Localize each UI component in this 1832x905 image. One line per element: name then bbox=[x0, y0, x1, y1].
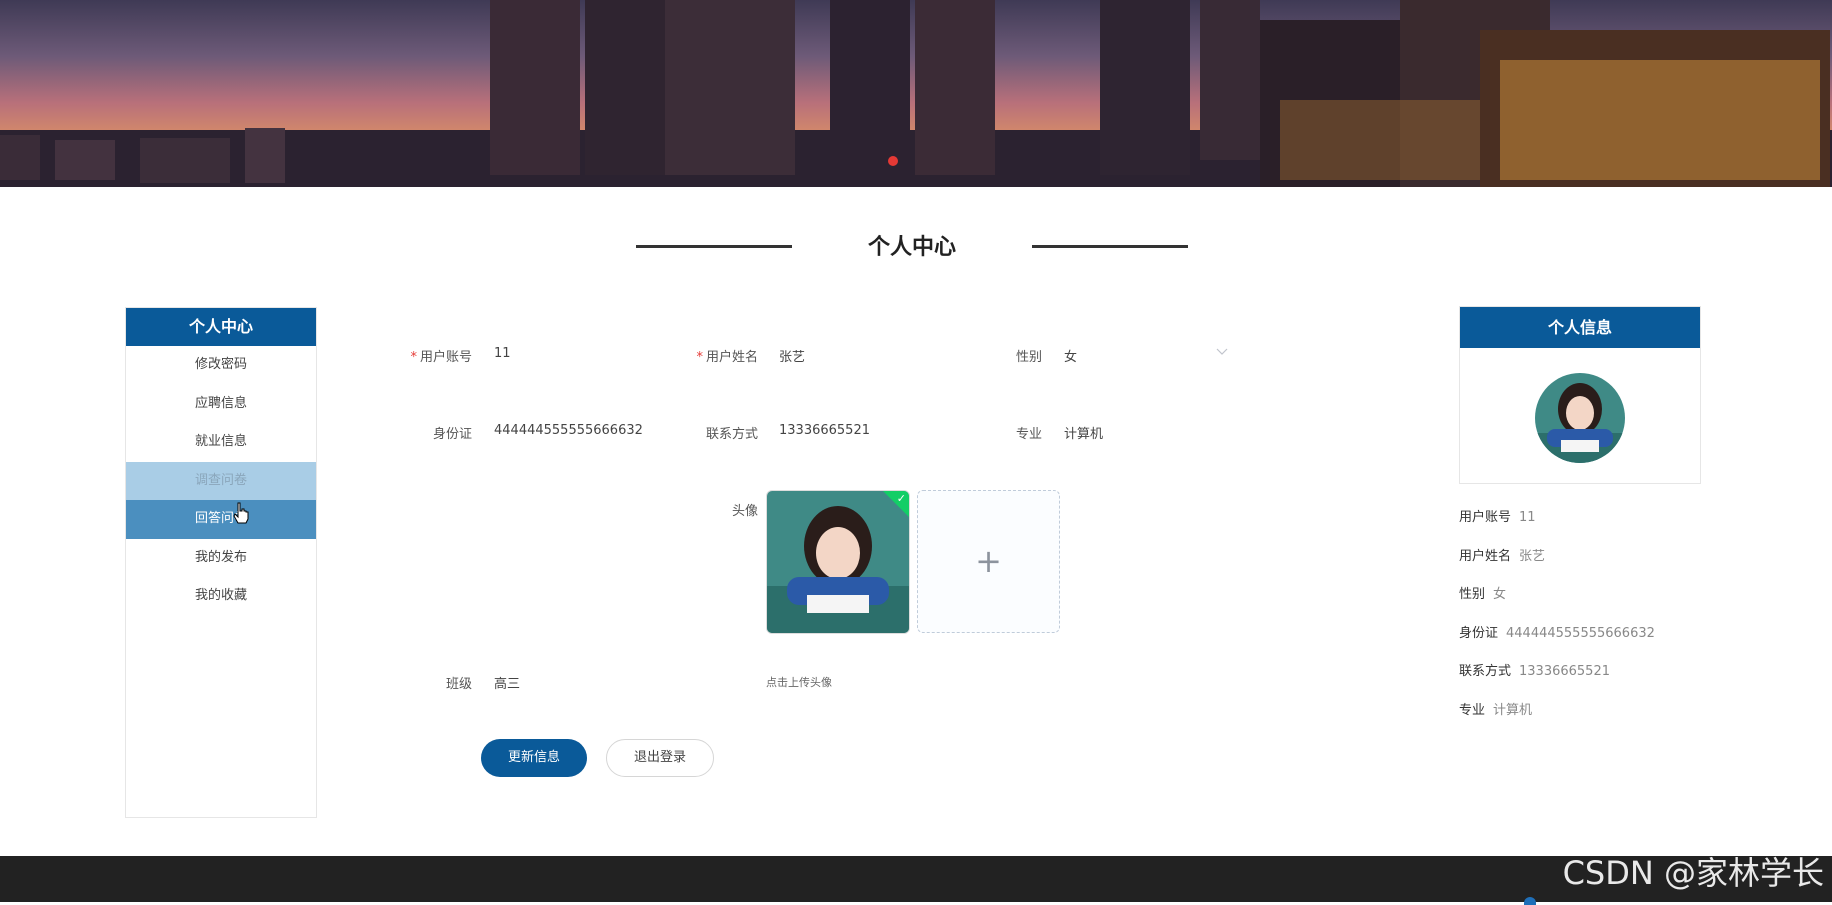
info-card-header: 个人信息 bbox=[1460, 307, 1700, 348]
sidebar-item-employment[interactable]: 就业信息 bbox=[126, 423, 316, 462]
carousel-indicator[interactable] bbox=[888, 156, 898, 166]
phone-label: 联系方式 bbox=[705, 427, 758, 442]
class-input[interactable]: 高三 bbox=[494, 673, 520, 692]
id-card-label: 身份证 bbox=[432, 427, 472, 442]
title-divider-left bbox=[636, 245, 792, 248]
sidebar-item-my-posts[interactable]: 我的发布 bbox=[126, 539, 316, 578]
title-divider-right bbox=[1032, 245, 1188, 248]
avatar-label: 头像 bbox=[731, 504, 758, 519]
info-row-major: 专业 计算机 bbox=[1459, 703, 1533, 718]
name-label: * 用户姓名 bbox=[696, 350, 758, 365]
page-footer bbox=[0, 856, 1832, 902]
id-card-input[interactable]: 444444555555666632 bbox=[494, 423, 643, 438]
upload-success-badge: ✓ bbox=[883, 491, 909, 517]
sidebar-item-change-password[interactable]: 修改密码 bbox=[126, 346, 316, 385]
info-row-gender: 性别女 bbox=[1459, 587, 1507, 602]
sidebar-header: 个人中心 bbox=[126, 308, 316, 346]
hand-cursor-icon bbox=[233, 502, 249, 524]
gender-label: 性别 bbox=[1015, 350, 1042, 365]
avatar-preview[interactable]: ✓ bbox=[766, 490, 910, 634]
section-header: 个人中心 bbox=[0, 225, 1832, 265]
info-row-name: 用户姓名 张艺 bbox=[1459, 549, 1546, 564]
watermark: CSDN @家林学长 bbox=[1562, 854, 1824, 892]
class-label: 班级 bbox=[445, 677, 472, 692]
info-row-id-card: 身份证 444444555555666632 bbox=[1459, 626, 1655, 641]
sidebar-menu: 个人中心 修改密码 应聘信息 就业信息 调查问卷 回答问卷 我的发布 我的收藏 bbox=[125, 307, 317, 818]
info-row-account: 用户账号 11 bbox=[1459, 510, 1536, 525]
back-to-top-button[interactable] bbox=[1524, 897, 1536, 905]
banner-image bbox=[0, 0, 1832, 187]
plus-icon: + bbox=[975, 542, 1002, 580]
update-info-button[interactable]: 更新信息 bbox=[481, 739, 587, 777]
account-input[interactable]: 11 bbox=[494, 346, 511, 361]
sidebar-item-survey[interactable]: 调查问卷 bbox=[126, 461, 316, 500]
gender-select[interactable]: 女 bbox=[1064, 346, 1077, 365]
check-icon: ✓ bbox=[896, 492, 906, 505]
chevron-down-icon[interactable] bbox=[1216, 348, 1228, 356]
upload-hint: 点击上传头像 bbox=[766, 676, 832, 689]
major-input[interactable]: 计算机 bbox=[1064, 423, 1103, 442]
account-label: * 用户账号 bbox=[410, 350, 472, 365]
avatar-upload-button[interactable]: + bbox=[917, 490, 1060, 633]
page-title: 个人中心 bbox=[867, 235, 956, 260]
sidebar-item-answer-survey[interactable]: 回答问卷 bbox=[126, 500, 316, 539]
logout-button[interactable]: 退出登录 bbox=[606, 739, 714, 777]
sidebar-item-applications[interactable]: 应聘信息 bbox=[126, 385, 316, 424]
name-input[interactable]: 张艺 bbox=[779, 346, 805, 365]
phone-input[interactable]: 13336665521 bbox=[779, 423, 870, 438]
major-label: 专业 bbox=[1015, 427, 1042, 442]
sidebar-item-my-favorites[interactable]: 我的收藏 bbox=[126, 577, 316, 616]
profile-avatar bbox=[1535, 373, 1625, 463]
personal-info-card: 个人信息 bbox=[1459, 306, 1701, 484]
info-row-phone: 联系方式 13336665521 bbox=[1459, 664, 1610, 679]
